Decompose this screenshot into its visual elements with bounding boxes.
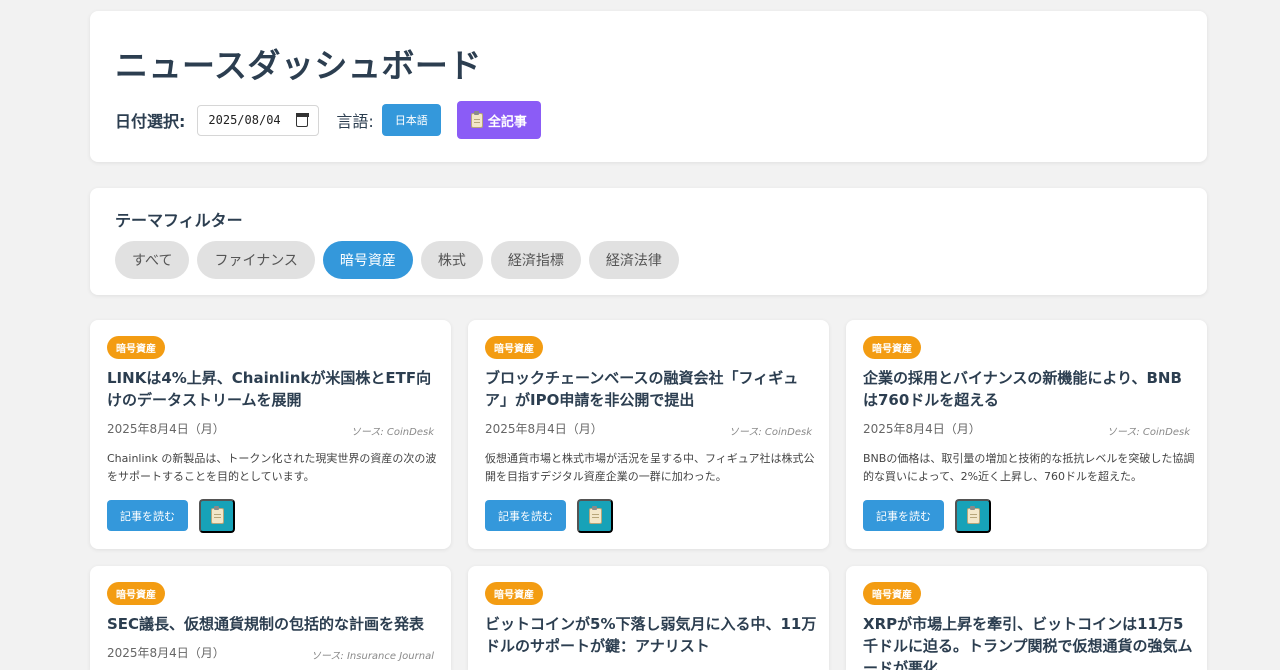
copy-button[interactable]: [955, 499, 991, 533]
card-summary: 仮想通貨市場と株式市場が活況を呈する中、フィギュア社は株式公開を目指すデジタル資…: [485, 452, 815, 483]
news-card: 暗号資産 XRPが市場上昇を牽引、ビットコインは11万5千ドルに迫る。トランプ関…: [846, 566, 1207, 670]
filter-title: テーマフィルター: [115, 211, 243, 230]
category-badge: 暗号資産: [107, 336, 165, 359]
card-title: SEC議長、仮想通貨規制の包括的な計画を発表: [107, 615, 425, 633]
all-articles-button[interactable]: 全記事: [456, 101, 541, 139]
header-controls: 日付選択: 2025/08/04 言語: 日本語 全記事: [115, 101, 541, 139]
card-source: ソース: CoinDesk: [728, 427, 812, 438]
filter-chips: すべて ファイナンス 暗号資産 株式 経済指標 経済法律: [115, 241, 679, 279]
card-title: XRPが市場上昇を牽引、ビットコインは11万5千ドルに迫る。トランプ関税で仮想通…: [863, 615, 1193, 670]
copy-button[interactable]: [199, 499, 235, 533]
news-card: 暗号資産 ブロックチェーンベースの融資会社「フィギュア」がIPO申請を非公開で提…: [468, 320, 829, 549]
card-source: ソース: Insurance Journal: [310, 651, 434, 662]
date-input[interactable]: 2025/08/04: [197, 104, 320, 136]
card-date: 2025年8月4日（月）: [863, 422, 981, 436]
card-title: ブロックチェーンベースの融資会社「フィギュア」がIPO申請を非公開で提出: [485, 369, 799, 409]
card-title: 企業の採用とバイナンスの新機能により、BNBは760ドルを超える: [863, 369, 1182, 409]
category-badge: 暗号資産: [107, 582, 165, 605]
category-badge: 暗号資産: [485, 582, 543, 605]
clipboard-icon: [470, 110, 483, 128]
clipboard-icon: [210, 506, 224, 524]
news-card: 暗号資産 SEC議長、仮想通貨規制の包括的な計画を発表 2025年8月4日（月）…: [90, 566, 451, 670]
card-title: ビットコインが5%下落し弱気月に入る中、11万ドルのサポートが鍵：アナリスト: [485, 615, 817, 655]
news-card: 暗号資産 企業の採用とバイナンスの新機能により、BNBは760ドルを超える 20…: [846, 320, 1207, 549]
filter-chip-economic-law[interactable]: 経済法律: [588, 241, 679, 279]
category-badge: 暗号資産: [485, 336, 543, 359]
card-date: 2025年8月4日（月）: [107, 422, 225, 436]
card-summary: Chainlink の新製品は、トークン化された現実世界の資産の次の波をサポート…: [107, 452, 437, 483]
calendar-icon[interactable]: [295, 113, 309, 127]
filter-chip-finance[interactable]: ファイナンス: [197, 241, 315, 279]
card-summary: BNBの価格は、取引量の増加と技術的な抵抗レベルを突破した協調的な買いによって、…: [863, 452, 1195, 483]
filter-chip-all[interactable]: すべて: [115, 241, 190, 279]
language-label: 言語:: [336, 112, 374, 131]
page-title: ニュースダッシュボード: [115, 46, 482, 85]
read-article-button[interactable]: 記事を読む: [107, 500, 188, 531]
all-articles-label: 全記事: [487, 113, 527, 129]
card-source: ソース: CoinDesk: [1106, 427, 1190, 438]
copy-button[interactable]: [577, 499, 613, 533]
clipboard-icon: [588, 506, 602, 524]
read-article-button[interactable]: 記事を読む: [863, 500, 944, 531]
read-article-button[interactable]: 記事を読む: [485, 500, 566, 531]
date-label: 日付選択:: [115, 112, 186, 131]
category-badge: 暗号資産: [863, 582, 921, 605]
filter-chip-economic-indicators[interactable]: 経済指標: [490, 241, 581, 279]
card-date: 2025年8月4日（月）: [485, 422, 603, 436]
news-card: 暗号資産 LINKは4%上昇、Chainlinkが米国株とETF向けのデータスト…: [90, 320, 451, 549]
date-value: 2025/08/04: [208, 113, 281, 127]
filter-chip-crypto[interactable]: 暗号資産: [322, 241, 413, 279]
language-button[interactable]: 日本語: [381, 104, 441, 136]
category-badge: 暗号資産: [863, 336, 921, 359]
card-source: ソース: CoinDesk: [350, 427, 434, 438]
card-title: LINKは4%上昇、Chainlinkが米国株とETF向けのデータストリームを展…: [107, 369, 432, 409]
card-date: 2025年8月4日（月）: [107, 646, 225, 660]
header-panel: ニュースダッシュボード 日付選択: 2025/08/04 言語: 日本語 全記事: [90, 11, 1207, 162]
clipboard-icon: [966, 506, 980, 524]
news-card: 暗号資産 ビットコインが5%下落し弱気月に入る中、11万ドルのサポートが鍵：アナ…: [468, 566, 829, 670]
theme-filter-panel: テーマフィルター すべて ファイナンス 暗号資産 株式 経済指標 経済法律: [90, 188, 1207, 295]
filter-chip-stocks[interactable]: 株式: [420, 241, 483, 279]
